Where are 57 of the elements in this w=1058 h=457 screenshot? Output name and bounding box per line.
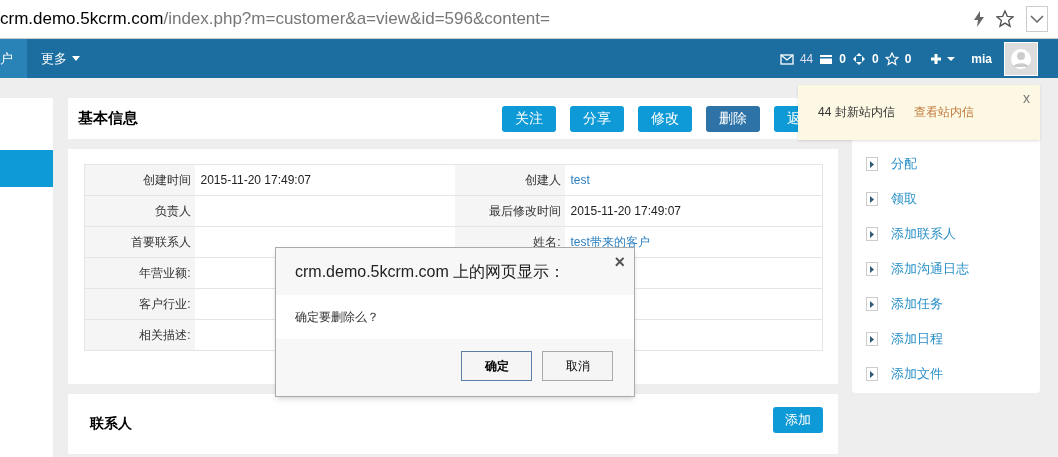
field-label: 客户行业: — [139, 297, 191, 311]
lightning-icon[interactable] — [974, 11, 984, 27]
field-label: 姓名: — [533, 235, 561, 249]
nav-item[interactable]: 户 — [0, 39, 27, 78]
play-icon — [866, 157, 878, 171]
toolbar-button[interactable]: 修改 — [638, 105, 692, 132]
play-icon — [866, 297, 878, 311]
action-link[interactable]: 分配 — [891, 154, 917, 174]
dialog-button[interactable]: 取消 — [542, 351, 613, 381]
close-button[interactable]: x — [1023, 91, 1030, 105]
chevron-down-icon[interactable] — [1026, 6, 1048, 32]
action-link[interactable]: 添加日程 — [891, 329, 943, 349]
field-label: 创建人 — [524, 173, 561, 187]
counter: 0 — [904, 50, 912, 68]
play-icon — [866, 367, 878, 381]
dialog-button[interactable]: 确定 — [461, 351, 532, 381]
toolbar-button[interactable]: 关注 — [502, 105, 556, 132]
field-value: 2015-11-20 17:49:07 — [570, 204, 682, 218]
action-link[interactable]: 添加任务 — [891, 294, 943, 314]
action-link[interactable]: 领取 — [891, 189, 917, 209]
caret-icon — [72, 56, 80, 61]
close-button[interactable]: × — [614, 253, 625, 271]
play-icon — [866, 332, 878, 346]
field-label: 首要联系人 — [130, 235, 191, 249]
move-icon[interactable] — [851, 51, 866, 66]
counter: 0 — [871, 50, 879, 68]
plus-icon[interactable] — [931, 52, 958, 65]
play-icon — [866, 227, 878, 241]
counter: 44 — [799, 50, 814, 68]
dialog-message: 确定要删除么？ — [295, 309, 379, 326]
field-label: 创建时间 — [142, 173, 191, 187]
add-button[interactable]: 添加 — [773, 407, 823, 433]
play-icon — [866, 262, 878, 276]
toolbar-button[interactable]: 分享 — [570, 105, 624, 132]
field-label: 相关描述: — [139, 328, 191, 342]
view-messages-link[interactable]: 查看站内信 — [913, 103, 974, 121]
counter: 0 — [839, 50, 846, 68]
notification-text: 44 封新站内信 — [818, 104, 895, 121]
dialog-title: crm.demo.5kcrm.com 上的网页显示： — [295, 261, 566, 282]
field-label: 年营业额: — [139, 266, 191, 280]
action-link[interactable]: 添加沟通日志 — [891, 259, 969, 279]
play-icon — [866, 192, 878, 206]
avatar[interactable] — [1004, 41, 1038, 76]
action-link[interactable]: 添加文件 — [891, 364, 943, 384]
section-title: 基本信息 — [78, 108, 138, 129]
field-label: 负责人 — [154, 204, 191, 218]
nav-item[interactable]: 更多 — [27, 39, 94, 78]
toolbar-button[interactable]: 删除 — [706, 105, 760, 132]
star-icon[interactable] — [996, 10, 1014, 28]
user-name[interactable]: mia — [971, 49, 992, 68]
field-link[interactable]: test带来的客户 — [570, 235, 650, 249]
action-link[interactable]: 添加联系人 — [891, 224, 956, 244]
field-link[interactable]: test — [570, 173, 590, 187]
field-value: 2015-11-20 17:49:07 — [200, 173, 312, 187]
field-label: 最后修改时间 — [488, 204, 561, 218]
envelope-icon[interactable] — [779, 51, 794, 66]
section-title: 联系人 — [90, 414, 132, 433]
